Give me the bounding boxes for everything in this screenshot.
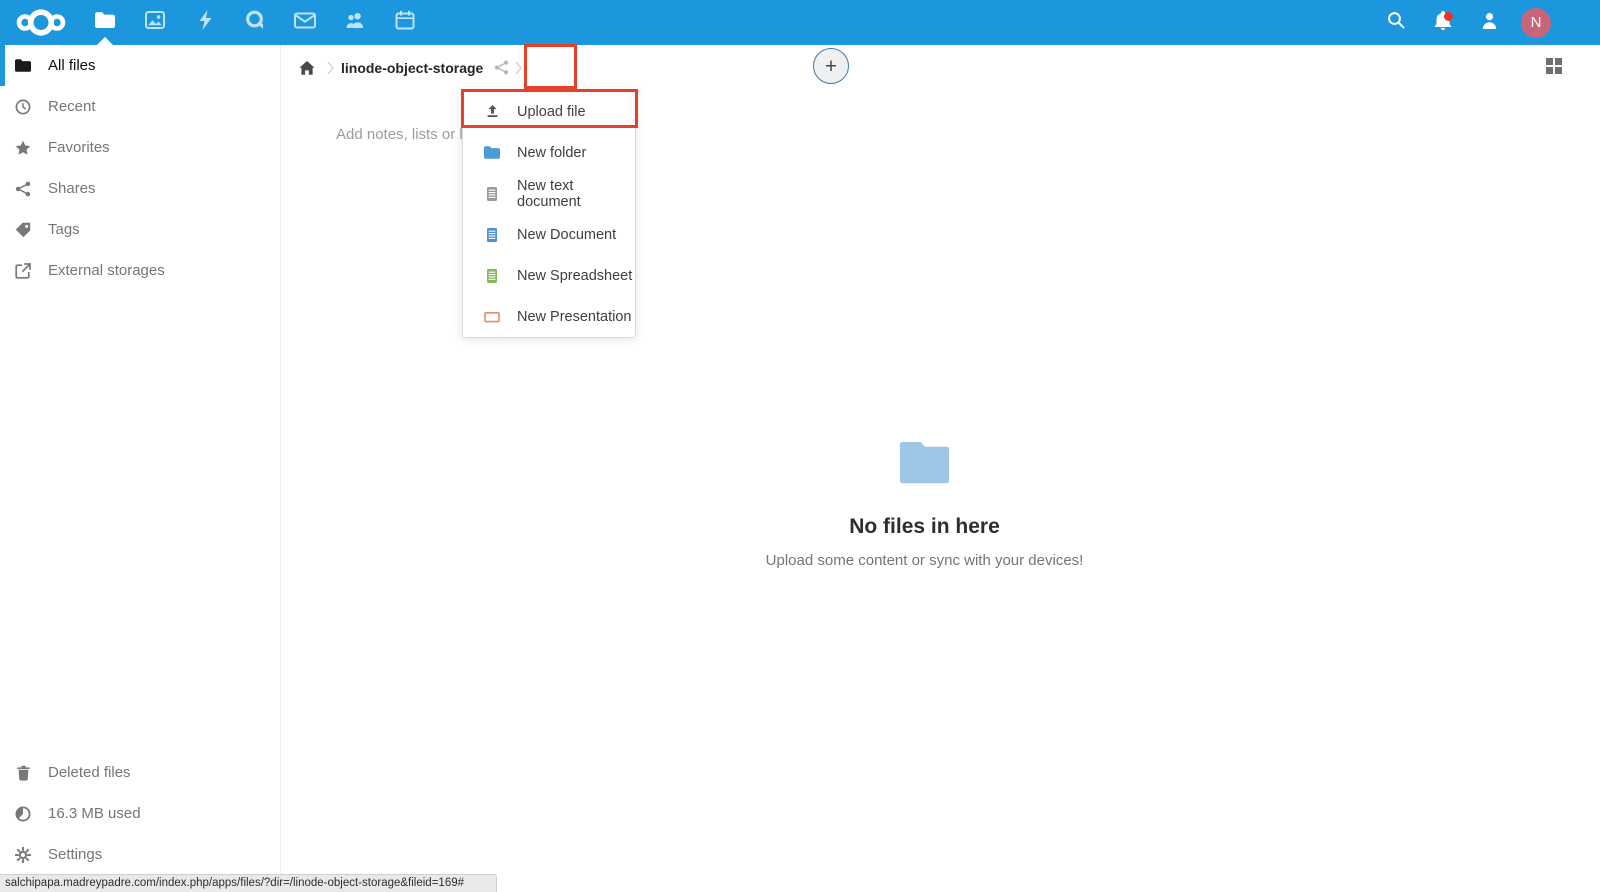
sidebar-item-label: Shares xyxy=(48,180,96,197)
active-app-pointer xyxy=(97,37,113,45)
menu-item-label: New text document xyxy=(517,178,635,210)
empty-state-title: No files in here xyxy=(281,515,1568,539)
share-icon[interactable] xyxy=(494,60,509,75)
new-file-menu: Upload file New folder New text document… xyxy=(462,90,636,338)
tag-icon xyxy=(15,222,31,238)
quota-icon xyxy=(15,806,31,822)
user-avatar[interactable]: N xyxy=(1521,8,1551,38)
upload-icon xyxy=(484,104,500,120)
document-icon xyxy=(484,227,500,243)
menu-item-label: Upload file xyxy=(517,104,586,120)
spreadsheet-icon xyxy=(484,268,500,284)
folder-icon xyxy=(15,58,31,74)
sidebar-footer: Deleted files 16.3 MB used Settings xyxy=(0,752,280,875)
app-files[interactable] xyxy=(80,0,130,45)
home-icon[interactable] xyxy=(293,55,321,81)
app-calendar[interactable] xyxy=(380,0,430,45)
app-activity[interactable] xyxy=(180,0,230,45)
empty-state-subtitle: Upload some content or sync with your de… xyxy=(281,552,1568,569)
menu-item-upload-file[interactable]: Upload file xyxy=(463,91,635,132)
activity-icon xyxy=(197,10,213,35)
menu-item-new-spreadsheet[interactable]: New Spreadsheet xyxy=(463,255,635,296)
sidebar-item-external-storages[interactable]: External storages xyxy=(0,250,280,291)
menu-item-new-folder[interactable]: New folder xyxy=(463,132,635,173)
files-icon xyxy=(95,12,115,33)
sidebar-item-label: Favorites xyxy=(48,139,110,156)
presentation-icon xyxy=(484,309,500,325)
app-talk[interactable] xyxy=(230,0,280,45)
menu-item-label: New Presentation xyxy=(517,309,631,325)
notifications-button[interactable] xyxy=(1419,0,1466,45)
share-icon xyxy=(15,181,31,197)
mail-icon xyxy=(294,12,316,34)
breadcrumb: linode-object-storage + xyxy=(281,45,1600,90)
menu-item-new-text-document[interactable]: New text document xyxy=(463,173,635,214)
sidebar-item-label: Settings xyxy=(48,846,102,863)
sidebar-item-deleted-files[interactable]: Deleted files xyxy=(0,752,280,793)
sidebar-item-label: Deleted files xyxy=(48,764,131,781)
folder-blue-icon xyxy=(484,145,500,161)
workspace-notes-hint[interactable]: Add notes, lists or lin xyxy=(336,126,474,143)
sidebar-item-label: All files xyxy=(48,57,96,74)
clock-icon xyxy=(15,99,31,115)
gear-icon xyxy=(15,847,31,863)
sidebar-item-shares[interactable]: Shares xyxy=(0,168,280,209)
sidebar-item-label: Recent xyxy=(48,98,96,115)
menu-item-new-document[interactable]: New Document xyxy=(463,214,635,255)
sidebar-item-favorites[interactable]: Favorites xyxy=(0,127,280,168)
sidebar-item-recent[interactable]: Recent xyxy=(0,86,280,127)
calendar-icon xyxy=(395,10,415,35)
menu-item-new-presentation[interactable]: New Presentation xyxy=(463,296,635,337)
app-navigation xyxy=(80,0,430,45)
search-button[interactable] xyxy=(1372,0,1419,45)
nextcloud-logo[interactable] xyxy=(14,4,72,41)
menu-item-label: New folder xyxy=(517,145,586,161)
sidebar-item-label: 16.3 MB used xyxy=(48,805,141,822)
sidebar-item-all-files[interactable]: All files xyxy=(0,45,280,86)
menu-item-label: New Document xyxy=(517,227,616,243)
files-sidebar: All files Recent Favorites Shares Tags E… xyxy=(0,45,281,892)
star-icon xyxy=(15,140,31,156)
sidebar-item-tags[interactable]: Tags xyxy=(0,209,280,250)
folder-icon xyxy=(898,471,951,488)
app-mail[interactable] xyxy=(280,0,330,45)
chevron-right-icon xyxy=(515,61,523,75)
search-icon xyxy=(1387,11,1405,34)
empty-folder-state: No files in here Upload some content or … xyxy=(281,437,1568,569)
talk-icon xyxy=(245,10,265,35)
sidebar-item-settings[interactable]: Settings xyxy=(0,834,280,875)
user-icon xyxy=(1481,12,1498,34)
chevron-right-icon xyxy=(327,61,335,75)
sidebar-item-label: External storages xyxy=(48,262,165,279)
contacts-icon xyxy=(345,12,365,34)
link-preview-statusbar: salchipapa.madreypadre.com/index.php/app… xyxy=(0,874,497,892)
menu-item-label: New Spreadsheet xyxy=(517,268,632,284)
new-add-button[interactable]: + xyxy=(813,48,849,84)
trash-icon xyxy=(15,765,31,781)
contacts-menu-button[interactable] xyxy=(1466,0,1513,45)
photos-icon xyxy=(145,11,165,34)
external-link-icon xyxy=(15,263,31,279)
notification-badge-dot xyxy=(1444,12,1453,21)
header-right-actions: N xyxy=(1372,0,1551,45)
sidebar-item-label: Tags xyxy=(48,221,80,238)
app-photos[interactable] xyxy=(130,0,180,45)
text-document-icon xyxy=(484,186,500,202)
breadcrumb-folder-name[interactable]: linode-object-storage xyxy=(341,60,483,76)
grid-view-icon[interactable] xyxy=(1546,58,1564,76)
top-bar: N xyxy=(0,0,1600,45)
app-contacts[interactable] xyxy=(330,0,380,45)
sidebar-item-quota[interactable]: 16.3 MB used xyxy=(0,793,280,834)
